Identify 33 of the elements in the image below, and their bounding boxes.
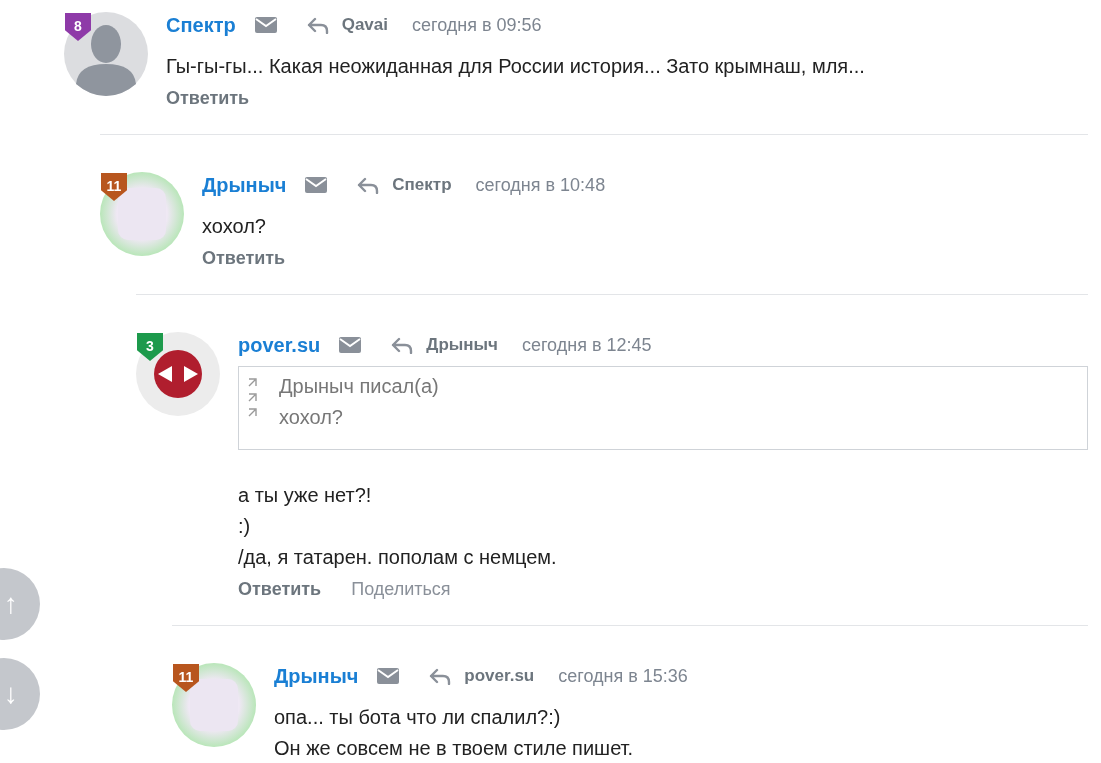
timestamp: сегодня в 12:45 [521,333,652,357]
quote-author: Дрыныч писал(а) [279,374,439,399]
author-link[interactable]: Дрыныч [274,661,359,691]
reply-arrow-icon [356,176,381,194]
reply-to-name: Qavai [341,14,388,37]
timestamp: сегодня в 15:36 [558,664,688,688]
reply-link[interactable]: Ответить [238,576,322,603]
share-link[interactable]: Поделиться [351,576,451,603]
reply-to-name: pover.su [464,665,535,688]
comment-text: /да, я татарен. пополам с немцем. [238,545,558,570]
comment-text: :) [238,514,252,539]
reply-link[interactable]: Ответить [202,245,286,272]
reply-link[interactable]: Ответить [166,85,250,112]
author-link[interactable]: pover.su [238,330,321,360]
reply-to-name: Дрыныч [426,334,498,357]
mail-icon[interactable] [338,336,363,354]
mail-icon[interactable] [253,16,278,34]
reply-arrow-icon [390,336,415,354]
timestamp: сегодня в 09:56 [412,13,542,37]
mail-icon[interactable] [376,667,401,685]
comment-text: Он же совсем не в твоем стиле пишет. [274,736,635,761]
mail-icon[interactable] [304,176,329,194]
timestamp: сегодня в 10:48 [475,173,606,197]
quote-text: хохол? [279,405,344,430]
comment-text: Гы-гы-гы... Какая неожиданная для России история... Зато крымнаш, мля... [166,54,866,79]
comment-text: а ты уже нет?! [238,483,373,508]
author-link[interactable]: Дрыныч [202,170,287,200]
author-link[interactable]: Спектр [166,10,236,40]
comment-text: опа... ты бота что ли спалил?:) [274,705,562,730]
reply-to-name: Спектр [392,174,452,197]
comment-text: хохол? [202,214,267,239]
reply-arrow-icon [305,16,330,34]
reply-arrow-icon [428,667,453,685]
